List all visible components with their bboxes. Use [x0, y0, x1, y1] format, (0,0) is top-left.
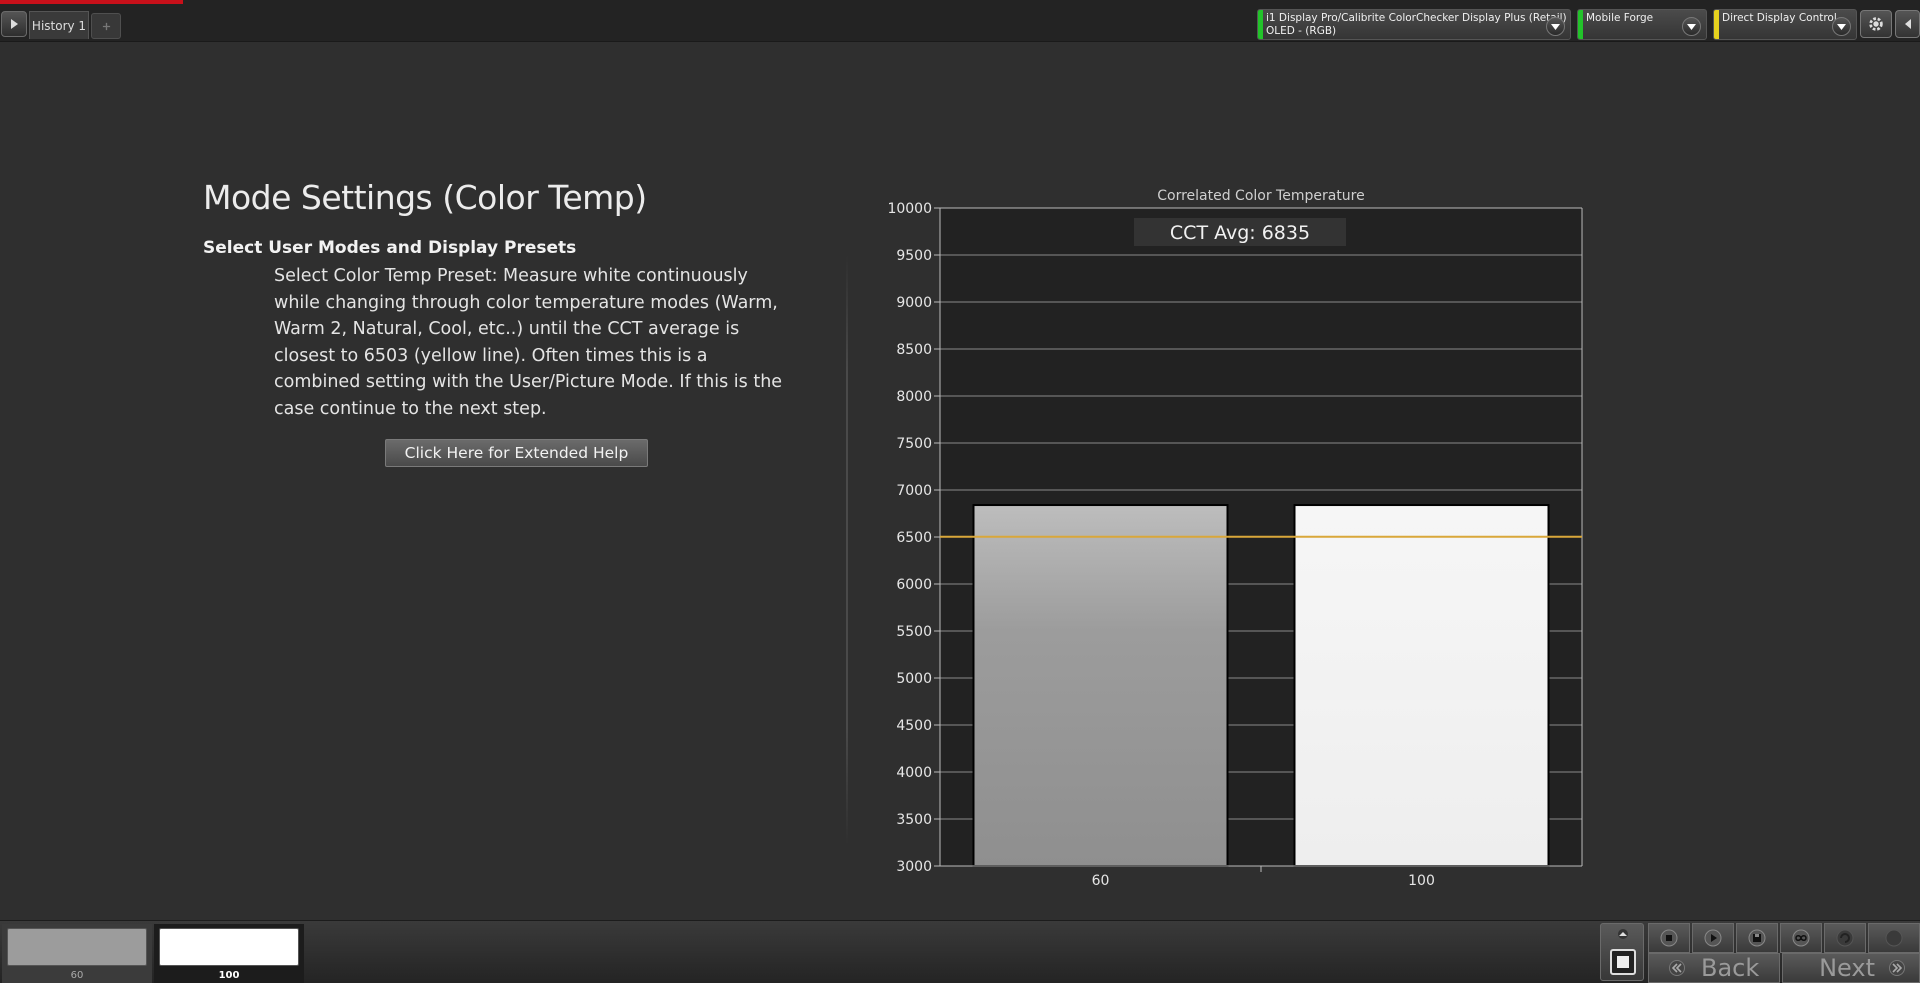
meter-name: i1 Display Pro/Calibrite ColorChecker Di… — [1266, 12, 1567, 24]
meter-status-indicator — [1258, 10, 1263, 39]
app-window: History 1 i1 Display Pro/Calibrite Color… — [0, 0, 1920, 983]
source-status-indicator — [1578, 10, 1583, 39]
plus-icon — [102, 22, 110, 30]
stop-measure-button[interactable] — [1600, 923, 1644, 981]
display-control-status-indicator — [1714, 10, 1719, 39]
save-icon — [1748, 929, 1766, 947]
chevron-down-icon[interactable] — [1682, 17, 1701, 36]
next-button[interactable]: Next — [1782, 953, 1920, 983]
source-name: Mobile Forge — [1586, 12, 1654, 24]
back-label: Back — [1701, 954, 1760, 982]
chevron-down-icon[interactable] — [1832, 17, 1851, 36]
y-tick-label: 9000 — [896, 295, 932, 311]
patch-thumbnail-60[interactable]: 60 — [2, 924, 152, 983]
stop-icon — [1610, 949, 1636, 975]
page-title: Mode Settings (Color Temp) — [203, 178, 647, 217]
double-chevron-left-icon — [1669, 960, 1685, 976]
back-button[interactable]: Back — [1648, 953, 1780, 983]
play-icon[interactable] — [1, 11, 27, 37]
x-tick-label: 60 — [1092, 873, 1110, 889]
infinity-icon — [1792, 929, 1810, 947]
y-tick-label: 6500 — [896, 530, 932, 546]
y-tick-label: 5000 — [896, 671, 932, 687]
y-tick-label: 9500 — [896, 248, 932, 264]
y-tick-label: 8000 — [896, 389, 932, 405]
cct-average-label: CCT Avg: 6835 — [1170, 222, 1310, 244]
y-tick-label: 4500 — [896, 718, 932, 734]
stop-icon — [1660, 929, 1678, 947]
chart-title: Correlated Color Temperature — [1157, 188, 1365, 204]
collapse-panel-icon[interactable] — [1895, 10, 1920, 38]
patch-label: 60 — [70, 970, 84, 981]
y-tick-label: 7500 — [896, 436, 932, 452]
add-tab-button[interactable] — [91, 13, 121, 39]
y-tick-label: 10000 — [887, 201, 932, 217]
y-tick-label: 6000 — [896, 577, 932, 593]
record-button[interactable] — [1868, 923, 1920, 953]
bar-100 — [1293, 504, 1550, 867]
panel-divider — [846, 255, 848, 845]
y-tick-label: 8500 — [896, 342, 932, 358]
source-dropdown[interactable]: Mobile Forge — [1577, 9, 1707, 40]
refresh-icon — [1836, 929, 1854, 947]
chevron-up-icon — [1618, 929, 1628, 939]
record-icon — [1885, 929, 1903, 947]
display-control-dropdown[interactable]: Direct Display Control — [1713, 9, 1857, 40]
x-tick-label: 100 — [1408, 873, 1435, 889]
alert-strip — [0, 0, 183, 4]
tab-history-1[interactable]: History 1 — [29, 11, 89, 39]
refresh-button[interactable] — [1824, 923, 1866, 953]
meter-mode: OLED - (RGB) — [1266, 25, 1337, 37]
patch-swatch — [7, 928, 147, 966]
top-toolbar: History 1 i1 Display Pro/Calibrite Color… — [0, 0, 1920, 42]
instruction-text: Select Color Temp Preset: Measure white … — [274, 266, 783, 419]
continuous-loop-button[interactable] — [1780, 923, 1822, 953]
y-tick-label: 3500 — [896, 812, 932, 828]
bar-60 — [972, 504, 1229, 867]
save-button[interactable] — [1736, 923, 1778, 953]
next-label: Next — [1819, 954, 1875, 982]
y-tick-label: 4000 — [896, 765, 932, 781]
display-control-name: Direct Display Control — [1722, 12, 1837, 24]
double-chevron-right-icon — [1889, 960, 1905, 976]
y-tick-label: 5500 — [896, 624, 932, 640]
stop-button[interactable] — [1648, 923, 1690, 953]
cct-bar-chart: Correlated Color Temperature 3000 3500 4000… — [887, 188, 1583, 889]
play-button[interactable] — [1692, 923, 1734, 953]
extended-help-button[interactable]: Click Here for Extended Help — [385, 439, 648, 467]
gear-icon[interactable] — [1860, 10, 1892, 38]
patch-label: 100 — [218, 970, 240, 981]
y-tick-label: 3000 — [896, 859, 932, 875]
patch-swatch — [159, 928, 299, 966]
chevron-down-icon[interactable] — [1546, 17, 1565, 36]
section-subtitle: Select User Modes and Display Presets — [203, 238, 577, 258]
meter-dropdown[interactable]: i1 Display Pro/Calibrite ColorChecker Di… — [1257, 9, 1571, 40]
y-tick-label: 7000 — [896, 483, 932, 499]
patch-thumbnail-100[interactable]: 100 — [154, 924, 304, 983]
play-icon — [1704, 929, 1722, 947]
